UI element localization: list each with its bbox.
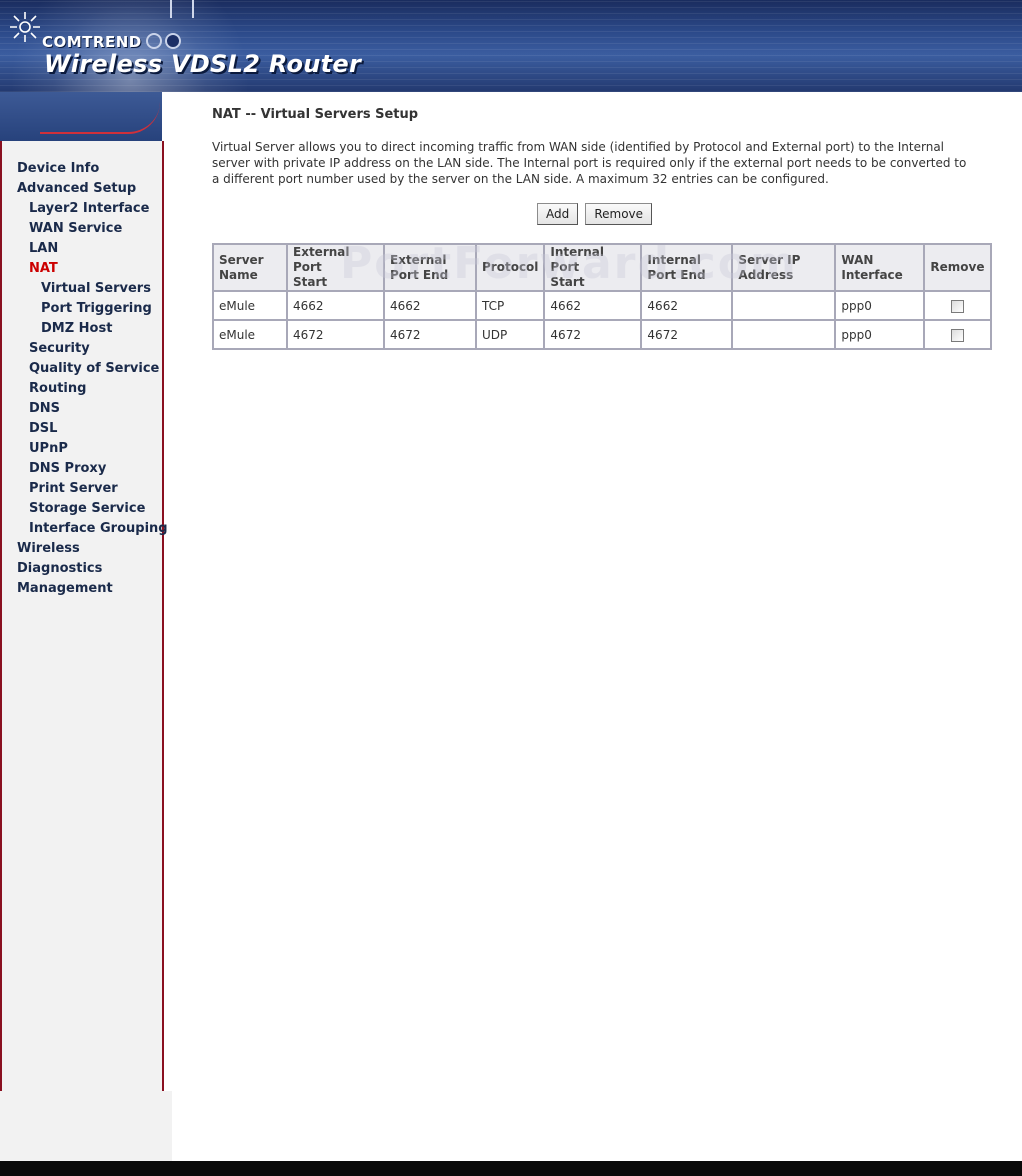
sidebar-footer xyxy=(0,1091,172,1161)
sidebar-item-nat[interactable]: NAT xyxy=(17,259,168,279)
column-header-internal-port-start: Internal Port Start xyxy=(544,244,642,291)
column-header-server-ip-address: Server IP Address xyxy=(732,244,836,291)
sidebar-item-dns-proxy[interactable]: DNS Proxy xyxy=(17,459,168,479)
column-header-text: Address xyxy=(738,267,794,282)
sidebar-item-dsl[interactable]: DSL xyxy=(17,419,168,439)
action-buttons: Add Remove xyxy=(537,203,654,225)
column-header-text: Interface xyxy=(841,267,903,282)
column-header-protocol: Protocol xyxy=(476,244,545,291)
cell-protocol: UDP xyxy=(476,320,545,349)
column-header-text: WAN xyxy=(841,252,874,267)
brand-name: COMTREND xyxy=(42,33,142,51)
column-header-remove: Remove xyxy=(924,244,991,291)
cell-server-ip-address xyxy=(732,320,836,349)
page-title: NAT -- Virtual Servers Setup xyxy=(212,107,419,122)
column-header-text: External xyxy=(390,252,447,267)
sidebar-menu: Device Info Advanced Setup Layer2 Interfac… xyxy=(17,159,168,599)
sidebar-item-wireless[interactable]: Wireless xyxy=(17,539,168,559)
sidebar-item-management[interactable]: Management xyxy=(17,579,168,599)
sidebar-item-print-server[interactable]: Print Server xyxy=(17,479,168,499)
cell-internal-port-end: 4662 xyxy=(641,291,733,320)
product-title: Wireless VDSL2 Router xyxy=(44,50,362,78)
virtual-servers-table: Server Name External Port Start External Port… xyxy=(212,243,992,350)
sidebar-nav: Device Info Advanced Setup Layer2 Interfac… xyxy=(0,141,168,1091)
column-header-text: Server xyxy=(219,252,264,267)
column-header-text: Internal xyxy=(647,252,701,267)
column-header-text: Port End xyxy=(647,267,706,282)
cell-internal-port-start: 4662 xyxy=(544,291,642,320)
sidebar-item-lan[interactable]: LAN xyxy=(17,239,168,259)
content-corner xyxy=(162,92,202,122)
sidebar-item-storage-service[interactable]: Storage Service xyxy=(17,499,168,519)
cell-server-name: eMule xyxy=(213,320,287,349)
remove-checkbox[interactable] xyxy=(950,299,964,313)
sidebar-item-port-triggering[interactable]: Port Triggering xyxy=(17,299,168,319)
cell-internal-port-end: 4672 xyxy=(641,320,733,349)
sidebar-item-dmz-host[interactable]: DMZ Host xyxy=(17,319,168,339)
table-body: eMule 4662 4662 TCP 4662 4662 ppp0 eMule 4672 467… xyxy=(213,291,991,349)
sidebar-item-routing[interactable]: Routing xyxy=(17,379,168,399)
page-description: Virtual Server allows you to direct inco… xyxy=(212,140,967,186)
cell-server-name: eMule xyxy=(213,291,287,320)
column-header-text: External Port xyxy=(293,245,350,274)
cell-protocol: TCP xyxy=(476,291,545,320)
header-bars-decoration xyxy=(170,0,194,18)
column-header-text: Server IP xyxy=(738,252,801,267)
column-header-internal-port-end: Internal Port End xyxy=(641,244,733,291)
cell-external-port-end: 4662 xyxy=(384,291,476,320)
column-header-text: Start xyxy=(550,275,585,289)
column-header-wan-interface: WAN Interface xyxy=(835,244,925,291)
header-banner: COMTREND Wireless VDSL2 Router xyxy=(0,0,1022,92)
column-header-text: Start xyxy=(293,275,328,289)
column-header-text: Name xyxy=(219,267,258,282)
remove-checkbox[interactable] xyxy=(950,328,964,342)
sidebar-top-decoration xyxy=(0,92,162,141)
bottom-bar xyxy=(0,1161,1022,1176)
table-row: eMule 4672 4672 UDP 4672 4672 ppp0 xyxy=(213,320,991,349)
cell-remove xyxy=(924,320,991,349)
sidebar-item-diagnostics[interactable]: Diagnostics xyxy=(17,559,168,579)
cell-remove xyxy=(924,291,991,320)
column-header-text: Protocol xyxy=(482,260,539,274)
sidebar-item-upnp[interactable]: UPnP xyxy=(17,439,168,459)
cell-external-port-end: 4672 xyxy=(384,320,476,349)
cell-wan-interface: ppp0 xyxy=(835,320,925,349)
cell-external-port-start: 4662 xyxy=(287,291,384,320)
sidebar-item-device-info[interactable]: Device Info xyxy=(17,159,168,179)
cell-server-ip-address xyxy=(732,291,836,320)
cell-internal-port-start: 4672 xyxy=(544,320,642,349)
column-header-external-port-start: External Port Start xyxy=(287,244,384,291)
column-header-server-name: Server Name xyxy=(213,244,287,291)
cell-external-port-start: 4672 xyxy=(287,320,384,349)
remove-button[interactable]: Remove xyxy=(585,203,653,225)
sidebar-item-layer2-interface[interactable]: Layer2 Interface xyxy=(17,199,168,219)
column-header-external-port-end: External Port End xyxy=(384,244,476,291)
sunflower-logo-icon xyxy=(10,12,40,42)
sidebar-item-quality-of-service[interactable]: Quality of Service xyxy=(17,359,168,379)
add-button[interactable]: Add xyxy=(537,203,579,225)
cell-wan-interface: ppp0 xyxy=(835,291,925,320)
column-header-text: Port End xyxy=(390,267,449,282)
sidebar-item-dns[interactable]: DNS xyxy=(17,399,168,419)
sidebar-item-security[interactable]: Security xyxy=(17,339,168,359)
sidebar-item-advanced-setup[interactable]: Advanced Setup xyxy=(17,179,168,199)
column-header-text: Remove xyxy=(930,260,985,274)
sidebar-item-wan-service[interactable]: WAN Service xyxy=(17,219,168,239)
column-header-text: Internal Port xyxy=(550,245,604,274)
table-header-row: Server Name External Port Start External Port… xyxy=(213,244,991,291)
sidebar-item-virtual-servers[interactable]: Virtual Servers xyxy=(17,279,168,299)
sidebar-item-interface-grouping[interactable]: Interface Grouping xyxy=(17,519,168,539)
table-row: eMule 4662 4662 TCP 4662 4662 ppp0 xyxy=(213,291,991,320)
